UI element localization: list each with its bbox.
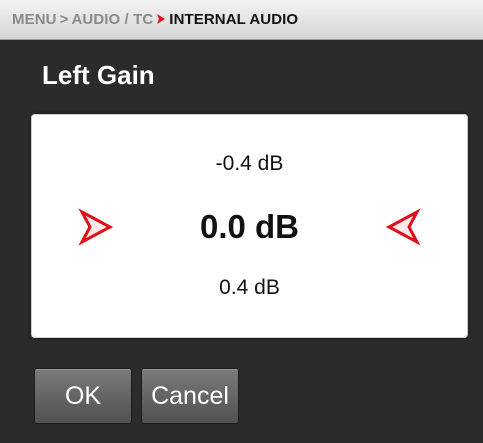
triangle-left-icon[interactable] [385, 208, 421, 246]
ok-button[interactable]: OK [34, 368, 132, 424]
cancel-button[interactable]: Cancel [141, 368, 239, 424]
page-title: Left Gain [42, 60, 155, 90]
next-value-option[interactable]: 0.4 dB [31, 276, 468, 300]
breadcrumb-item-menu[interactable]: MENU [12, 11, 57, 28]
gain-value-picker[interactable]: -0.4 dB 0.0 dB 0.4 dB [31, 114, 468, 338]
chevron-right-icon: > [59, 11, 69, 28]
breadcrumb: MENU > AUDIO / TC INTERNAL AUDIO [0, 0, 483, 40]
chevron-right-icon [156, 11, 166, 28]
breadcrumb-item-audio-tc[interactable]: AUDIO / TC [71, 11, 153, 28]
triangle-right-icon[interactable] [78, 208, 114, 246]
previous-value-option[interactable]: -0.4 dB [31, 152, 468, 176]
breadcrumb-current: INTERNAL AUDIO [169, 11, 299, 28]
